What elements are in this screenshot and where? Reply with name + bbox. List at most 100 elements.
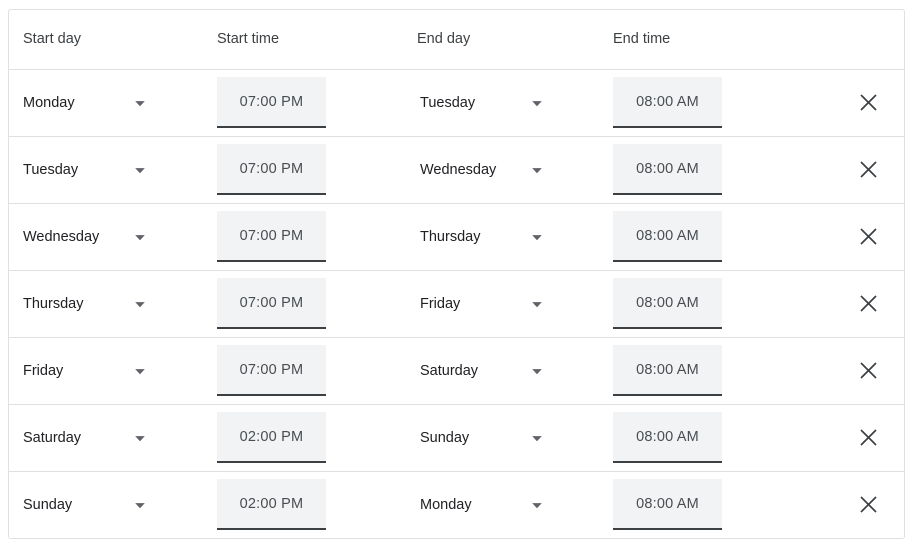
end-time-value: 08:00 AM [636, 294, 699, 311]
cell-end-day: Wednesday [406, 136, 600, 204]
chevron-down-icon [127, 96, 147, 110]
end-day-value: Wednesday [420, 161, 497, 178]
end-time-input[interactable]: 08:00 AM [613, 345, 722, 396]
chevron-down-icon [524, 364, 544, 378]
cell-end-time: 08:00 AM [600, 203, 832, 271]
end-day-value: Friday [420, 295, 461, 312]
column-header-start-time-label: Start time [217, 31, 280, 48]
column-header-end-time: End time [600, 10, 832, 70]
cell-start-day: Saturday [9, 404, 206, 472]
end-day-select[interactable]: Saturday [420, 363, 544, 379]
end-day-select[interactable]: Monday [420, 497, 544, 513]
remove-row-button[interactable] [848, 83, 888, 123]
remove-row-button[interactable] [848, 485, 888, 525]
close-icon [859, 161, 877, 178]
remove-row-button[interactable] [848, 351, 888, 391]
cell-start-time: 07:00 PM [206, 69, 406, 137]
chevron-down-icon [127, 364, 147, 378]
table-header-row: Start day Start time End day End time [9, 10, 904, 70]
cell-end-time: 08:00 AM [600, 270, 832, 338]
cell-end-day: Sunday [406, 404, 600, 472]
start-time-input[interactable]: 07:00 PM [217, 278, 326, 329]
column-header-start-day: Start day [9, 10, 206, 70]
table-row: Monday 07:00 PM Tuesday 08:00 AM [9, 69, 904, 137]
end-time-value: 08:00 AM [636, 160, 699, 177]
end-time-input[interactable]: 08:00 AM [613, 278, 722, 329]
chevron-down-icon [524, 230, 544, 244]
start-day-select[interactable]: Wednesday [23, 229, 147, 245]
table-row: Friday 07:00 PM Saturday 08:00 AM [9, 337, 904, 405]
start-time-input[interactable]: 07:00 PM [217, 144, 326, 195]
cell-start-time: 07:00 PM [206, 337, 406, 405]
start-day-select[interactable]: Friday [23, 363, 147, 379]
remove-row-button[interactable] [848, 150, 888, 190]
close-icon [859, 429, 877, 446]
start-time-value: 07:00 PM [239, 227, 304, 244]
close-icon [859, 362, 877, 379]
table-row: Wednesday 07:00 PM Thursday 08:00 AM [9, 203, 904, 271]
start-day-value: Sunday [23, 496, 73, 513]
chevron-down-icon [127, 230, 147, 244]
end-day-select[interactable]: Sunday [420, 430, 544, 446]
start-day-value: Friday [23, 362, 64, 379]
start-time-input[interactable]: 07:00 PM [217, 211, 326, 262]
start-time-input[interactable]: 07:00 PM [217, 345, 326, 396]
end-time-value: 08:00 AM [636, 361, 699, 378]
end-day-select[interactable]: Wednesday [420, 162, 544, 178]
start-day-value: Wednesday [23, 228, 100, 245]
start-day-select[interactable]: Tuesday [23, 162, 147, 178]
cell-start-time: 07:00 PM [206, 203, 406, 271]
start-day-select[interactable]: Sunday [23, 497, 147, 513]
chevron-down-icon [127, 431, 147, 445]
remove-row-button[interactable] [848, 418, 888, 458]
end-time-value: 08:00 AM [636, 495, 699, 512]
end-time-value: 08:00 AM [636, 428, 699, 445]
cell-end-time: 08:00 AM [600, 337, 832, 405]
end-time-value: 08:00 AM [636, 93, 699, 110]
end-day-select[interactable]: Tuesday [420, 95, 544, 111]
table-header: Start day Start time End day End time [9, 10, 904, 70]
end-time-input[interactable]: 08:00 AM [613, 211, 722, 262]
start-time-input[interactable]: 02:00 PM [217, 412, 326, 463]
chevron-down-icon [524, 498, 544, 512]
end-day-value: Tuesday [420, 94, 476, 111]
cell-start-day: Wednesday [9, 203, 206, 271]
column-header-remove [832, 10, 904, 70]
cell-end-time: 08:00 AM [600, 471, 832, 539]
start-day-select[interactable]: Thursday [23, 296, 147, 312]
cell-start-day: Friday [9, 337, 206, 405]
cell-end-day: Thursday [406, 203, 600, 271]
start-time-value: 07:00 PM [239, 294, 304, 311]
table-row: Sunday 02:00 PM Monday 08:00 AM [9, 471, 904, 539]
end-day-select[interactable]: Thursday [420, 229, 544, 245]
cell-remove [832, 337, 904, 405]
remove-row-button[interactable] [848, 217, 888, 257]
end-time-input[interactable]: 08:00 AM [613, 77, 722, 128]
table-row: Thursday 07:00 PM Friday 08:00 AM [9, 270, 904, 338]
start-time-input[interactable]: 07:00 PM [217, 77, 326, 128]
end-time-input[interactable]: 08:00 AM [613, 412, 722, 463]
start-day-value: Thursday [23, 295, 84, 312]
remove-row-button[interactable] [848, 284, 888, 324]
schedule-table-card: Start day Start time End day End time Mo… [8, 9, 905, 539]
start-day-select[interactable]: Saturday [23, 430, 147, 446]
start-day-value: Monday [23, 94, 75, 111]
cell-start-time: 02:00 PM [206, 404, 406, 472]
cell-end-time: 08:00 AM [600, 69, 832, 137]
cell-start-time: 07:00 PM [206, 136, 406, 204]
cell-remove [832, 404, 904, 472]
end-day-select[interactable]: Friday [420, 296, 544, 312]
start-time-input[interactable]: 02:00 PM [217, 479, 326, 530]
start-day-select[interactable]: Monday [23, 95, 147, 111]
end-day-value: Monday [420, 496, 472, 513]
start-time-value: 02:00 PM [239, 428, 304, 445]
close-icon [859, 94, 877, 111]
chevron-down-icon [524, 96, 544, 110]
end-time-input[interactable]: 08:00 AM [613, 479, 722, 530]
chevron-down-icon [127, 498, 147, 512]
column-header-start-day-label: Start day [23, 31, 82, 48]
column-header-end-day-label: End day [417, 31, 471, 48]
cell-end-day: Friday [406, 270, 600, 338]
end-time-input[interactable]: 08:00 AM [613, 144, 722, 195]
chevron-down-icon [127, 297, 147, 311]
